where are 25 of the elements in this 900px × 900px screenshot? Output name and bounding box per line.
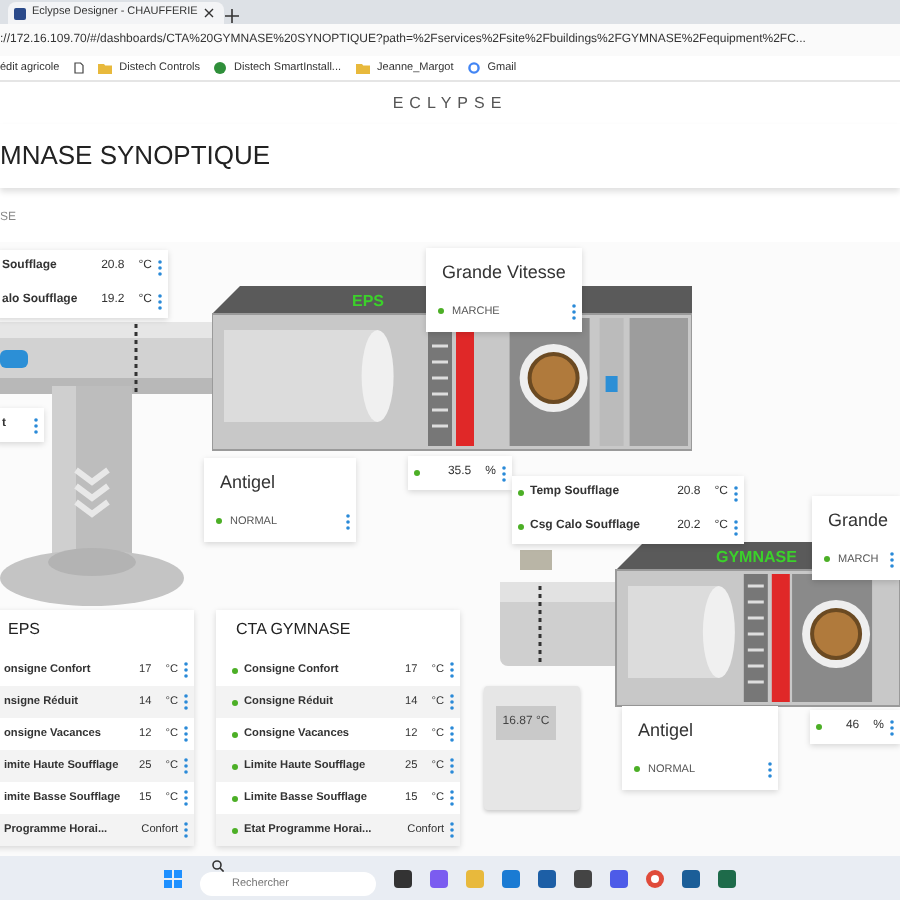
card-title: Grande Vitesse (442, 262, 566, 282)
start-menu-icon[interactable] (164, 869, 182, 887)
site-icon (214, 62, 227, 74)
status-dot-icon (438, 308, 444, 315)
card-title: EPS (8, 620, 41, 638)
eclypse-logo: ECLYPSE (392, 91, 508, 115)
close-icon[interactable] (203, 8, 214, 18)
card-title: Grande (828, 510, 889, 530)
search-icon (212, 860, 224, 872)
new-tab-icon[interactable] (224, 8, 240, 24)
card-title: Antigel (638, 720, 694, 740)
card-title: CTA GYMNASE (236, 620, 351, 638)
status-dot-icon (634, 766, 640, 773)
card-title: Antigel (220, 472, 276, 492)
tab-favicon-icon (14, 7, 26, 19)
unit-label: GYMNASE (716, 546, 797, 570)
browser-icon[interactable] (646, 869, 664, 887)
folder-icon (97, 63, 112, 73)
folder-icon (355, 63, 370, 73)
unit-label: EPS (352, 290, 385, 314)
status-dot-icon (216, 518, 222, 525)
page-icon[interactable] (73, 62, 84, 74)
page-title: MNASE SYNOPTIQUE (0, 138, 271, 175)
status-dot-icon (824, 556, 830, 563)
google-icon (467, 62, 480, 74)
